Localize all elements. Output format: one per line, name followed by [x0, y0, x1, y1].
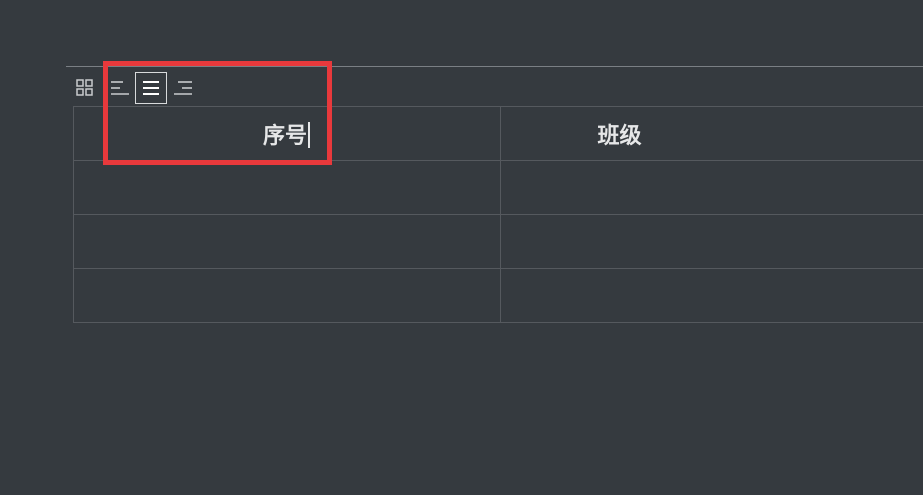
table-cell-toolbar [70, 70, 270, 106]
header-cell-class[interactable]: 班级 [500, 106, 923, 161]
grid-icon[interactable] [70, 72, 102, 104]
editor-canvas: 序号 班级 [0, 0, 923, 495]
table-row [73, 214, 923, 269]
data-table: 序号 班级 [73, 106, 923, 328]
header-cell-index[interactable]: 序号 [73, 106, 501, 161]
table-cell[interactable] [500, 214, 923, 269]
table-row [73, 268, 923, 323]
table-cell[interactable] [73, 160, 501, 215]
header-label: 班级 [597, 123, 642, 149]
table-cell[interactable] [500, 160, 923, 215]
header-label: 序号 [262, 123, 307, 149]
align-center-icon[interactable] [135, 72, 167, 104]
table-cell[interactable] [73, 214, 501, 269]
table-cell[interactable] [73, 268, 501, 323]
align-left-icon[interactable] [103, 72, 135, 104]
table-cell[interactable] [500, 268, 923, 323]
divider [66, 66, 923, 67]
table-row [73, 160, 923, 215]
table-header-row: 序号 班级 [73, 106, 923, 161]
text-caret [308, 121, 310, 148]
align-right-icon[interactable] [168, 72, 200, 104]
